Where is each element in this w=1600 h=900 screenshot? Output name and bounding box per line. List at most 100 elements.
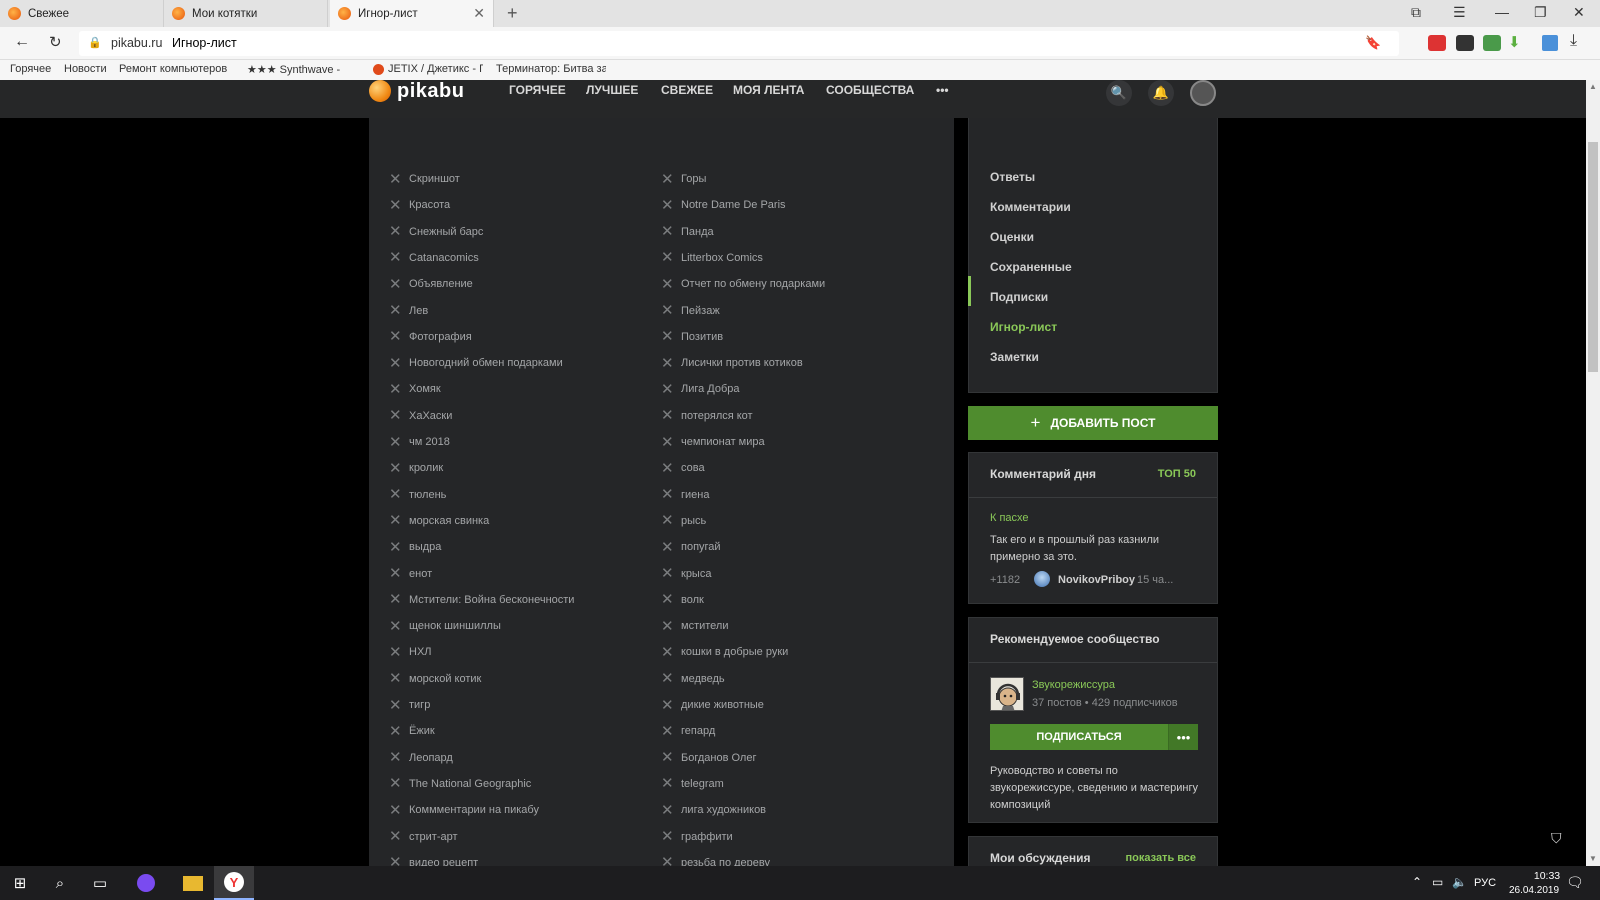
nav-more-icon[interactable]: ••• bbox=[936, 83, 949, 97]
lock-icon[interactable]: 🔒 bbox=[88, 36, 102, 49]
extension-icon[interactable] bbox=[1483, 35, 1501, 51]
remove-tag-icon[interactable]: ✕ bbox=[389, 461, 402, 476]
remove-tag-icon[interactable]: ✕ bbox=[661, 829, 674, 844]
remove-tag-icon[interactable]: ✕ bbox=[661, 277, 674, 292]
remove-tag-icon[interactable]: ✕ bbox=[389, 671, 402, 686]
remove-tag-icon[interactable]: ✕ bbox=[389, 619, 402, 634]
menu-saved[interactable]: Сохраненные bbox=[990, 260, 1072, 274]
remove-tag-icon[interactable]: ✕ bbox=[389, 698, 402, 713]
search-icon[interactable]: ⌕ bbox=[40, 866, 80, 900]
remove-tag-icon[interactable]: ✕ bbox=[389, 750, 402, 765]
tab-ignor-list[interactable]: Игнор-лист ✕ bbox=[330, 0, 494, 27]
back-icon[interactable]: ← bbox=[14, 33, 30, 51]
network-icon[interactable]: ▭ bbox=[1432, 875, 1443, 889]
remove-tag-icon[interactable]: ✕ bbox=[389, 645, 402, 660]
remove-tag-icon[interactable]: ✕ bbox=[661, 329, 674, 344]
remove-tag-icon[interactable]: ✕ bbox=[661, 461, 674, 476]
remove-tag-icon[interactable]: ✕ bbox=[389, 172, 402, 187]
nav-fresh[interactable]: СВЕЖЕЕ bbox=[661, 83, 713, 97]
menu-ratings[interactable]: Оценки bbox=[990, 230, 1034, 244]
remove-tag-icon[interactable]: ✕ bbox=[661, 566, 674, 581]
windows-start-icon[interactable]: ⊞ bbox=[0, 866, 40, 900]
pikabu-logo[interactable]: pikabu bbox=[369, 80, 464, 102]
remove-tag-icon[interactable]: ✕ bbox=[661, 382, 674, 397]
remove-tag-icon[interactable]: ✕ bbox=[661, 487, 674, 502]
bookmark-item[interactable]: JETIX / Джетикс - П bbox=[388, 63, 483, 75]
menu-subscriptions[interactable]: Подписки bbox=[990, 290, 1048, 304]
remove-tag-icon[interactable]: ✕ bbox=[661, 619, 674, 634]
bookmark-item[interactable]: Терминатор: Битва за bbox=[496, 63, 606, 75]
more-options-button[interactable]: ••• bbox=[1168, 724, 1198, 750]
community-name[interactable]: Звукорежиссура bbox=[1032, 679, 1115, 691]
remove-tag-icon[interactable]: ✕ bbox=[389, 198, 402, 213]
tab-svezhee[interactable]: Свежее bbox=[0, 0, 164, 27]
remove-tag-icon[interactable]: ✕ bbox=[389, 487, 402, 502]
remove-tag-icon[interactable]: ✕ bbox=[661, 513, 674, 528]
nav-hot[interactable]: ГОРЯЧЕЕ bbox=[509, 83, 566, 97]
add-post-button[interactable]: + ДОБАВИТЬ ПОСТ bbox=[968, 406, 1218, 440]
url-field[interactable]: 🔒 pikabu.ru Игнор-лист 🔖 bbox=[79, 31, 1399, 56]
remove-tag-icon[interactable]: ✕ bbox=[661, 671, 674, 686]
bell-icon[interactable]: 🔔 bbox=[1148, 80, 1174, 106]
menu-comments[interactable]: Комментарии bbox=[990, 200, 1071, 214]
remove-tag-icon[interactable]: ✕ bbox=[389, 277, 402, 292]
comment-author[interactable]: NovikovPriboy bbox=[1058, 574, 1135, 586]
show-all-link[interactable]: показать все bbox=[1126, 852, 1197, 864]
input-language[interactable]: РУС bbox=[1474, 877, 1496, 889]
search-icon[interactable]: 🔍 bbox=[1106, 80, 1132, 106]
remove-tag-icon[interactable]: ✕ bbox=[661, 303, 674, 318]
scrollbar-thumb[interactable] bbox=[1588, 142, 1598, 372]
remove-tag-icon[interactable]: ✕ bbox=[389, 829, 402, 844]
community-avatar[interactable] bbox=[990, 677, 1024, 711]
close-window-icon[interactable]: ✕ bbox=[1573, 4, 1585, 21]
remove-tag-icon[interactable]: ✕ bbox=[389, 855, 402, 866]
close-tab-icon[interactable]: ✕ bbox=[473, 5, 485, 22]
bookmark-item[interactable]: Ремонт компьютеров bbox=[119, 63, 229, 75]
remove-tag-icon[interactable]: ✕ bbox=[389, 803, 402, 818]
remove-tag-icon[interactable]: ✕ bbox=[661, 356, 674, 371]
remove-tag-icon[interactable]: ✕ bbox=[389, 329, 402, 344]
remove-tag-icon[interactable]: ✕ bbox=[661, 724, 674, 739]
remove-tag-icon[interactable]: ✕ bbox=[661, 750, 674, 765]
menu-notes[interactable]: Заметки bbox=[990, 350, 1039, 364]
remove-tag-icon[interactable]: ✕ bbox=[389, 303, 402, 318]
remove-tag-icon[interactable]: ✕ bbox=[389, 356, 402, 371]
menu-ignore-list[interactable]: Игнор-лист bbox=[990, 320, 1057, 334]
subscribe-button[interactable]: ПОДПИСАТЬСЯ bbox=[990, 724, 1168, 750]
extension-image-icon[interactable] bbox=[1542, 35, 1558, 51]
paint-bucket-icon[interactable]: ⛉ bbox=[1551, 830, 1562, 847]
avatar[interactable] bbox=[1034, 571, 1050, 587]
extension-icon[interactable] bbox=[1456, 35, 1474, 51]
remove-tag-icon[interactable]: ✕ bbox=[661, 855, 674, 866]
remove-tag-icon[interactable]: ✕ bbox=[389, 408, 402, 423]
remove-tag-icon[interactable]: ✕ bbox=[389, 592, 402, 607]
nav-my-feed[interactable]: МОЯ ЛЕНТА bbox=[733, 83, 804, 97]
comment-post-link[interactable]: К пасхе bbox=[990, 512, 1029, 524]
remove-tag-icon[interactable]: ✕ bbox=[661, 645, 674, 660]
remove-tag-icon[interactable]: ✕ bbox=[661, 776, 674, 791]
tab-moi-kotyatki[interactable]: Мои котятки bbox=[164, 0, 328, 27]
volume-icon[interactable]: 🔈 bbox=[1452, 875, 1467, 889]
remove-tag-icon[interactable]: ✕ bbox=[661, 540, 674, 555]
remove-tag-icon[interactable]: ✕ bbox=[661, 172, 674, 187]
remove-tag-icon[interactable]: ✕ bbox=[389, 513, 402, 528]
bookmark-item[interactable]: Новости bbox=[64, 63, 107, 75]
yandex-browser-icon[interactable]: Y bbox=[214, 866, 254, 900]
menu-icon[interactable]: ☰ bbox=[1453, 4, 1466, 21]
clock-date[interactable]: 26.04.2019 bbox=[1504, 885, 1564, 896]
remove-tag-icon[interactable]: ✕ bbox=[389, 435, 402, 450]
remove-tag-icon[interactable]: ✕ bbox=[661, 224, 674, 239]
new-tab-button[interactable]: + bbox=[507, 3, 518, 24]
remove-tag-icon[interactable]: ✕ bbox=[661, 250, 674, 265]
tray-chevron-icon[interactable]: ⌃ bbox=[1412, 875, 1422, 889]
remove-tag-icon[interactable]: ✕ bbox=[661, 698, 674, 713]
downloads-icon[interactable]: ⤓ bbox=[1570, 32, 1577, 50]
bookmarks-panel-icon[interactable]: ⧉ bbox=[1411, 4, 1421, 21]
page-scrollbar[interactable]: ▲ ▼ bbox=[1586, 80, 1600, 866]
minimize-icon[interactable]: — bbox=[1495, 4, 1509, 20]
remove-tag-icon[interactable]: ✕ bbox=[389, 724, 402, 739]
file-explorer-icon[interactable] bbox=[173, 866, 213, 900]
extension-adblock-icon[interactable] bbox=[1428, 35, 1446, 51]
task-view-icon[interactable]: ▭ bbox=[80, 866, 120, 900]
notifications-icon[interactable]: 🗨 bbox=[1566, 874, 1584, 891]
